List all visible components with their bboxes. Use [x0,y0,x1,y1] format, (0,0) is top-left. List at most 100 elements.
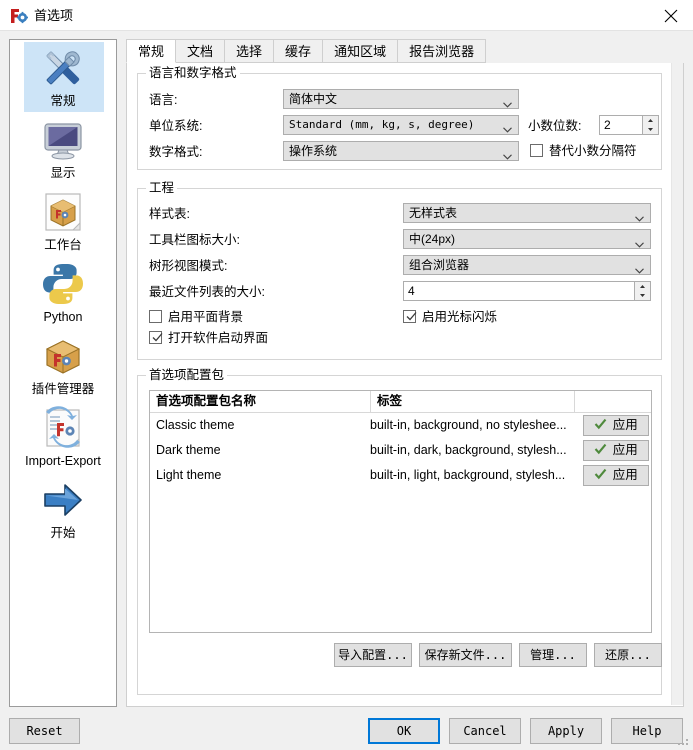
toolbar-icon-size-label: 工具栏图标大小: [149,233,240,247]
apply-button[interactable]: Apply [530,718,602,744]
toolbar-icon-size-value: 中(24px) [409,232,456,246]
checkbox-label: 启用平面背景 [168,310,244,324]
monitor-icon [39,116,87,164]
checkbox-box [530,144,543,157]
number-format-combobox[interactable]: 操作系统 [283,141,519,161]
sidebar-item-display[interactable]: 显示 [10,112,116,184]
tab-label: 缓存 [285,44,312,59]
toolbar-icon-size-combobox[interactable]: 中(24px) [403,229,651,249]
import-export-icon [39,404,87,452]
column-header-name: 首选项配置包名称 [156,394,257,408]
sidebar-item-python[interactable]: Python [10,256,116,328]
close-button[interactable] [648,0,693,31]
ok-button[interactable]: OK [368,718,440,744]
unit-system-label: 单位系统: [149,119,203,133]
treeview-mode-label: 树形视图模式: [149,259,228,273]
stepper-up-icon[interactable] [635,282,650,291]
preference-packs-table[interactable]: 首选项配置包名称 标签 Classic theme built-in, back… [149,390,652,633]
sidebar-item-import-export[interactable]: Import-Export [10,400,116,472]
apply-pack-button[interactable]: 应用 [583,415,649,436]
help-button[interactable]: Help [611,718,683,744]
reset-button[interactable]: Reset [9,718,80,744]
column-header-tags: 标签 [377,394,403,408]
button-label: Apply [547,724,585,738]
manage-button[interactable]: 管理... [519,643,587,667]
chevron-down-icon [503,147,512,160]
pack-name: Light theme [156,468,222,482]
resize-grip-icon[interactable] [678,735,690,747]
table-row[interactable]: Light theme built-in, light, background,… [150,463,651,488]
preferences-page: 语言和数字格式 语言: 简体中文 单位系统: Standard (mm, kg,… [126,63,684,707]
stylesheet-combobox[interactable]: 无样式表 [403,203,651,223]
pack-name: Dark theme [156,443,221,457]
decimals-label: 小数位数: [528,119,582,133]
tab-bar[interactable]: 常规 文档 选择 缓存 通知区域 报告浏览器 [126,39,684,63]
apply-label: 应用 [612,418,638,432]
button-label: 还原... [605,648,651,662]
pack-tags: built-in, light, background, stylesh... [370,468,566,482]
dialog-footer: Reset OK Cancel Apply Help [0,707,693,750]
sidebar-item-workbench[interactable]: 工作台 [10,184,116,256]
recent-files-stepper[interactable] [634,282,650,300]
sidebar-item-addon-manager[interactable]: 插件管理器 [10,328,116,400]
revert-button[interactable]: 还原... [594,643,662,667]
preference-packs-group: 首选项配置包 首选项配置包名称 标签 Classic theme built-i… [137,368,662,695]
show-splash-screen-checkbox[interactable]: 打开软件启动界面 [149,330,268,346]
chevron-down-icon [635,261,644,274]
decimals-value: 2 [604,118,611,132]
apply-pack-button[interactable]: 应用 [583,440,649,461]
sidebar-item-label: 开始 [50,526,76,540]
chevron-down-icon [503,95,512,108]
window-title: 首选项 [34,8,74,23]
recent-files-size-label: 最近文件列表的大小: [149,285,265,299]
recent-files-size-value: 4 [408,284,415,298]
save-new-file-button[interactable]: 保存新文件... [419,643,512,667]
tab-label: 通知区域 [334,44,387,59]
tab-notification-area[interactable]: 通知区域 [322,39,399,63]
unit-system-combobox[interactable]: Standard (mm, kg, s, degree) [283,115,519,135]
stylesheet-value: 无样式表 [409,206,458,220]
tab-general[interactable]: 常规 [126,39,177,63]
workbench-box-icon [39,188,87,236]
sidebar-item-general[interactable]: 常规 [10,40,116,112]
decimals-spinbox[interactable]: 2 [599,115,659,135]
stepper-down-icon[interactable] [635,291,650,300]
preferences-category-list[interactable]: 常规 显示 工作台 Python 插件管理器 Import-Export 开始 [9,39,117,707]
tab-report-view[interactable]: 报告浏览器 [397,39,487,63]
tab-selection[interactable]: 选择 [224,39,275,63]
sidebar-item-label: 显示 [50,166,76,180]
python-icon [39,260,87,308]
tab-label: 选择 [236,44,263,59]
substitute-decimal-separator-checkbox[interactable]: 替代小数分隔符 [530,143,637,159]
sidebar-item-label: 工作台 [44,238,82,252]
decimals-stepper[interactable] [642,116,658,134]
button-label: Reset [26,724,63,738]
import-config-button[interactable]: 导入配置... [334,643,412,667]
stepper-up-icon[interactable] [643,116,658,125]
tab-label: 文档 [187,44,214,59]
sidebar-item-label: 插件管理器 [31,382,95,396]
enable-cursor-blinking-checkbox[interactable]: 启用光标闪烁 [403,309,497,325]
vertical-scrollbar[interactable] [671,63,683,705]
stepper-down-icon[interactable] [643,125,658,134]
check-mark-icon [594,443,610,458]
language-combobox[interactable]: 简体中文 [283,89,519,109]
checkbox-box [149,331,163,344]
recent-files-size-spinbox[interactable]: 4 [403,281,651,301]
tab-document[interactable]: 文档 [175,39,226,63]
chevron-down-icon [635,209,644,222]
tab-cache[interactable]: 缓存 [273,39,324,63]
group-title: 语言和数字格式 [146,66,240,80]
language-label: 语言: [149,93,178,107]
table-row[interactable]: Dark theme built-in, dark, background, s… [150,438,651,463]
enable-flat-background-checkbox[interactable]: 启用平面背景 [149,309,243,325]
button-label: 导入配置... [338,648,408,662]
apply-pack-button[interactable]: 应用 [583,465,649,486]
table-row[interactable]: Classic theme built-in, background, no s… [150,413,651,438]
treeview-mode-combobox[interactable]: 组合浏览器 [403,255,651,275]
freecad-preferences-icon [10,7,29,25]
number-format-label: 数字格式: [149,145,203,159]
chevron-down-icon [635,235,644,248]
sidebar-item-start[interactable]: 开始 [10,472,116,544]
cancel-button[interactable]: Cancel [449,718,521,744]
